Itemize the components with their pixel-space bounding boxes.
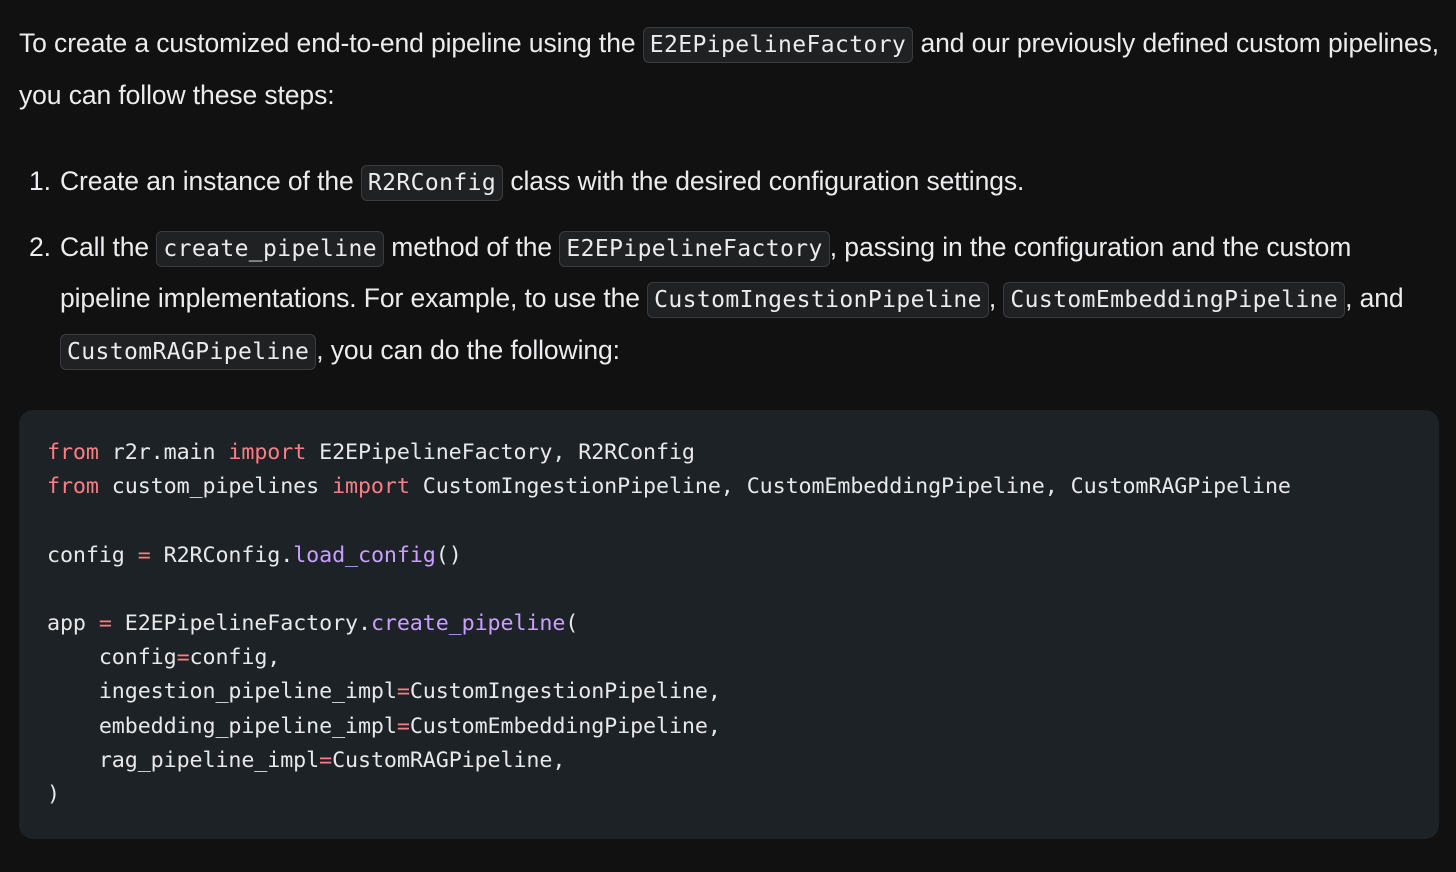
code-line-8: ingestion_pipeline_impl=CustomIngestionP… xyxy=(47,675,1291,709)
code-line-4: config = R2RConfig.load_config() xyxy=(47,539,1291,573)
steps-list: 1. Create an instance of the R2RConfig cl… xyxy=(0,157,1440,377)
step-2: 2. Call the create_pipeline method of the… xyxy=(0,223,1440,378)
argument-value: CustomIngestionPipeline, xyxy=(409,679,721,705)
variable: config xyxy=(47,542,138,568)
code-line-2: from custom_pipelines import CustomInges… xyxy=(47,470,1291,504)
chat-response: To create a customized end-to-end pipeli… xyxy=(0,0,1456,872)
argument-value: CustomEmbeddingPipeline, xyxy=(409,713,721,739)
argument-value: CustomRAGPipeline, xyxy=(332,747,566,773)
step-1-text-2: class with the desired configuration set… xyxy=(503,166,1025,196)
function-name: create_pipeline xyxy=(370,610,566,636)
keyword: import xyxy=(332,474,410,500)
argument-value: config, xyxy=(189,645,281,671)
operator: = xyxy=(396,713,410,739)
step-2-text-2: method of the xyxy=(384,231,560,262)
intro-paragraph: To create a customized end-to-end pipeli… xyxy=(19,19,1439,120)
inline-code-create-pipeline: create_pipeline xyxy=(156,230,385,267)
step-1-number: 1. xyxy=(29,166,51,196)
code-line-10: rag_pipeline_impl=CustomRAGPipeline, xyxy=(47,744,1291,778)
code-line-9: embedding_pipeline_impl=CustomEmbeddingP… xyxy=(47,710,1291,744)
intro-text-before: To create a customized end-to-end pipeli… xyxy=(19,28,643,58)
call-tail: () xyxy=(435,542,462,568)
keyword: from xyxy=(47,474,99,500)
argument-name: config xyxy=(47,645,177,671)
argument-name: ingestion_pipeline_impl xyxy=(47,679,397,705)
argument-name: embedding_pipeline_impl xyxy=(47,713,397,739)
variable: app xyxy=(47,610,99,636)
step-2-text-6: , you can do the following: xyxy=(316,334,620,365)
operator: = xyxy=(176,645,190,671)
imported-names: E2EPipelineFactory, R2RConfig xyxy=(306,440,695,465)
inline-code-factory-2: E2EPipelineFactory xyxy=(559,230,830,267)
call-tail: ( xyxy=(565,610,579,636)
code-line-7: config=config, xyxy=(47,641,1291,675)
code-line-1: from r2r.main import E2EPipelineFactory,… xyxy=(47,436,1291,470)
keyword: import xyxy=(228,440,307,465)
operator: = xyxy=(98,610,112,636)
step-2-text-1: Call the xyxy=(60,231,157,262)
inline-code-factory: E2EPipelineFactory xyxy=(642,27,914,63)
step-2-number: 2. xyxy=(29,231,51,262)
step-2-text-4: , xyxy=(988,283,1004,313)
function-name: load_config xyxy=(293,542,436,568)
module-name: custom_pipelines xyxy=(98,474,333,500)
code-content: from r2r.main import E2EPipelineFactory,… xyxy=(47,436,1291,812)
imported-names: CustomIngestionPipeline, CustomEmbedding… xyxy=(409,474,1291,500)
inline-code-embedding: CustomEmbeddingPipeline xyxy=(1003,282,1346,318)
step-1-text-1: Create an instance of the xyxy=(60,166,361,196)
keyword: from xyxy=(47,440,99,465)
argument-name: rag_pipeline_impl xyxy=(47,747,320,773)
step-1: 1. Create an instance of the R2RConfig cl… xyxy=(0,157,1440,209)
code-line-6: app = E2EPipelineFactory.create_pipeline… xyxy=(47,607,1291,641)
inline-code-r2rconfig: R2RConfig xyxy=(360,165,504,201)
step-2-text-5: , and xyxy=(1345,283,1404,313)
operator: = xyxy=(396,679,410,705)
code-line-11: ) xyxy=(47,781,60,807)
inline-code-rag: CustomRAGPipeline xyxy=(60,333,317,370)
inline-code-ingestion: CustomIngestionPipeline xyxy=(647,282,989,318)
object: R2RConfig. xyxy=(150,542,294,568)
module-name: r2r.main xyxy=(98,440,229,465)
operator: = xyxy=(137,542,151,568)
operator: = xyxy=(319,747,333,773)
code-block[interactable]: from r2r.main import E2EPipelineFactory,… xyxy=(19,410,1439,839)
object: E2EPipelineFactory. xyxy=(111,610,371,636)
